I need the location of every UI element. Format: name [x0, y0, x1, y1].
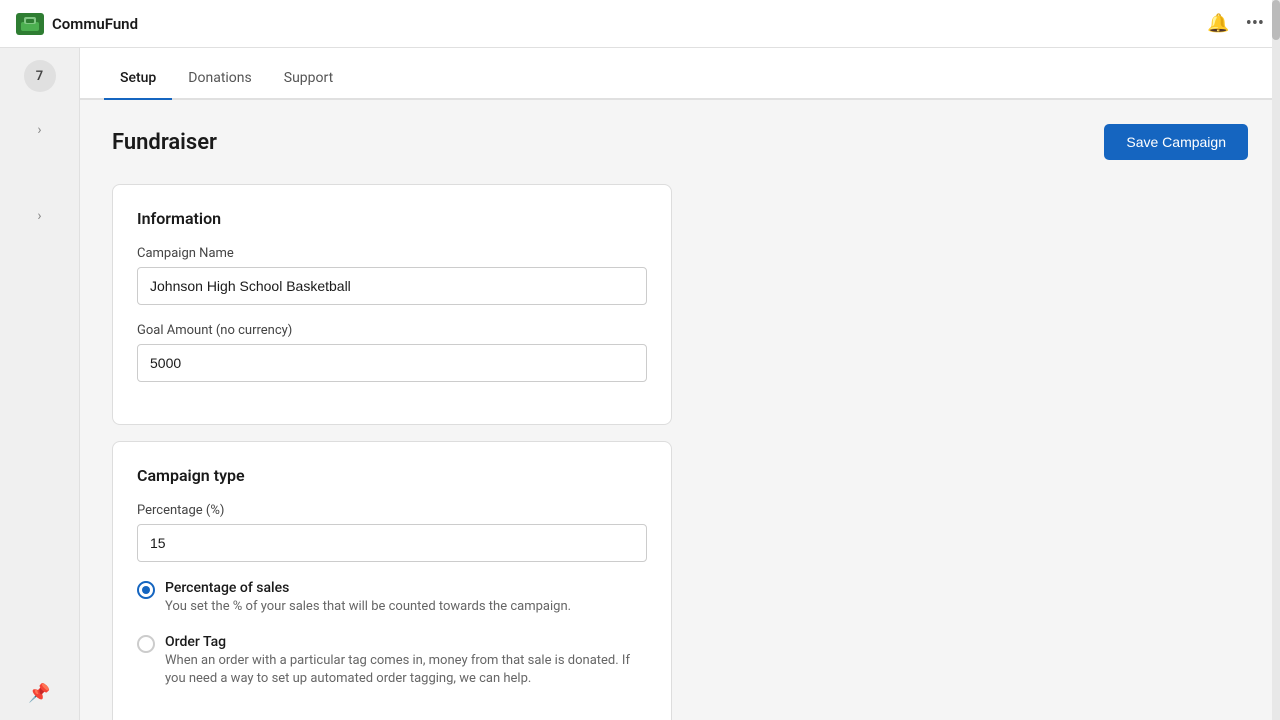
percentage-field: Percentage (%)	[137, 503, 647, 562]
sidebar-expand-2[interactable]: ›	[37, 208, 41, 224]
goal-amount-label: Goal Amount (no currency)	[137, 323, 647, 338]
information-card-title: Information	[137, 209, 647, 228]
radio-desc-order-tag: When an order with a particular tag come…	[165, 652, 647, 688]
sidebar-bottom: 📌	[28, 683, 50, 704]
radio-text-percentage: Percentage of sales You set the % of you…	[165, 580, 571, 616]
sidebar-badge: 7	[24, 60, 56, 92]
campaign-name-input[interactable]	[137, 267, 647, 305]
tab-support[interactable]: Support	[268, 56, 349, 100]
information-card: Information Campaign Name Goal Amount (n…	[112, 184, 672, 425]
radio-label-order-tag: Order Tag	[165, 634, 647, 650]
campaign-type-card: Campaign type Percentage (%) Percentage …	[112, 441, 672, 720]
more-options-icon[interactable]: •••	[1246, 13, 1264, 34]
radio-label-percentage: Percentage of sales	[165, 580, 571, 596]
page-header: Fundraiser Save Campaign	[112, 124, 1248, 160]
radio-text-order-tag: Order Tag When an order with a particula…	[165, 634, 647, 688]
content-area: Setup Donations Support Fundraiser Save …	[80, 48, 1280, 720]
campaign-type-card-title: Campaign type	[137, 466, 647, 485]
tab-setup[interactable]: Setup	[104, 56, 172, 100]
logo-area: CommuFund	[16, 13, 138, 35]
notification-icon[interactable]: 🔔	[1207, 13, 1229, 34]
radio-circle-order-tag	[137, 635, 155, 653]
tab-donations[interactable]: Donations	[172, 56, 267, 100]
save-campaign-button[interactable]: Save Campaign	[1104, 124, 1248, 160]
goal-amount-input[interactable]	[137, 344, 647, 382]
header-actions: 🔔 •••	[1207, 13, 1264, 34]
tab-bar: Setup Donations Support	[80, 48, 1280, 100]
main-layout: 7 › › 📌 Setup Donations Support Fundrais…	[0, 48, 1280, 720]
radio-percentage-of-sales[interactable]: Percentage of sales You set the % of you…	[137, 580, 647, 616]
sidebar: 7 › › 📌	[0, 48, 80, 720]
scrollbar-track	[1272, 48, 1280, 720]
radio-dot-percentage	[142, 586, 150, 594]
pin-icon[interactable]: 📌	[28, 683, 50, 704]
campaign-name-field: Campaign Name	[137, 246, 647, 305]
percentage-input[interactable]	[137, 524, 647, 562]
radio-order-tag[interactable]: Order Tag When an order with a particula…	[137, 634, 647, 688]
page-title: Fundraiser	[112, 130, 217, 155]
campaign-name-label: Campaign Name	[137, 246, 647, 261]
sidebar-expand-1[interactable]: ›	[37, 122, 41, 138]
radio-circle-percentage	[137, 581, 155, 599]
goal-amount-field: Goal Amount (no currency)	[137, 323, 647, 382]
radio-desc-percentage: You set the % of your sales that will be…	[165, 598, 571, 616]
percentage-label: Percentage (%)	[137, 503, 647, 518]
app-logo-icon	[16, 13, 44, 35]
app-header: CommuFund 🔔 •••	[0, 0, 1280, 48]
page-content: Fundraiser Save Campaign Information Cam…	[80, 100, 1280, 720]
app-name: CommuFund	[52, 15, 138, 33]
